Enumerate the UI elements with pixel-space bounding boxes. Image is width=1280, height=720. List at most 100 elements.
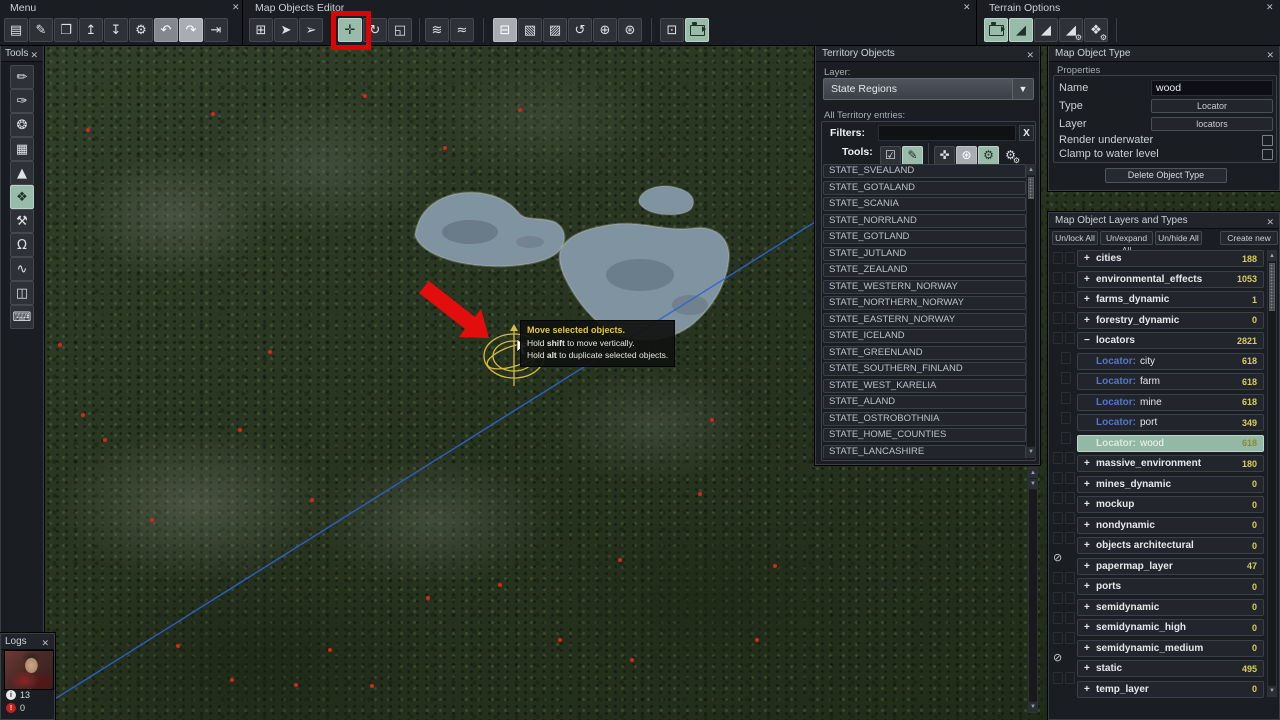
eye-icon[interactable]	[1065, 451, 1075, 464]
territory-list-item[interactable]: STATE_WESTERN_NORWAY	[823, 279, 1026, 294]
lock-eye-toggles[interactable]	[1053, 430, 1077, 445]
scroll-down-icon[interactable]: ▼	[1027, 446, 1035, 457]
layer-row[interactable]: Locator: port 349	[1077, 414, 1264, 431]
layer-row[interactable]: + ports 0	[1077, 578, 1264, 595]
expand-toggle-icon[interactable]: +	[1084, 561, 1096, 572]
eye-icon[interactable]	[1065, 611, 1075, 624]
lock-icon[interactable]	[1053, 511, 1063, 524]
lock-eye-toggles[interactable]	[1053, 510, 1077, 525]
layer-row[interactable]: + environmental_effects 1053	[1077, 270, 1264, 288]
delete-object-type-button[interactable]: Delete Object Type	[1105, 168, 1227, 183]
layer-row[interactable]: + cities 188	[1077, 250, 1264, 267]
eye-icon[interactable]	[1065, 591, 1075, 604]
render-underwater-checkbox[interactable]	[1262, 135, 1273, 146]
paint-territory-icon[interactable]: ✎	[902, 145, 923, 165]
lock-eye-toggles[interactable]	[1053, 530, 1077, 545]
lock-icon[interactable]	[1053, 571, 1063, 584]
territory-list-item[interactable]: STATE_EASTERN_NORWAY	[823, 312, 1026, 327]
expand-toggle-icon[interactable]: +	[1084, 315, 1096, 326]
territory-list-item[interactable]: STATE_NORRLAND	[823, 213, 1026, 228]
scroll-down-icon[interactable]: ▼	[1268, 685, 1276, 696]
expand-toggle-icon[interactable]: +	[1084, 684, 1096, 695]
undo-icon[interactable]: ↶	[154, 18, 178, 42]
layer-value-button[interactable]: locators	[1151, 117, 1273, 131]
eye-icon[interactable]	[1065, 671, 1075, 684]
lock-icon[interactable]	[1053, 671, 1063, 684]
territory-list-item[interactable]: STATE_JUTLAND	[823, 246, 1026, 261]
scale-object-icon[interactable]: ◱	[388, 18, 412, 42]
expand-toggle-icon[interactable]: +	[1084, 499, 1096, 510]
fill-objects-icon[interactable]: ⊛	[956, 145, 977, 165]
lock-icon[interactable]	[1053, 311, 1063, 324]
layer-row[interactable]: + papermap_layer 47	[1077, 557, 1264, 575]
layers-list-scrollbar[interactable]: ▲ ▼	[1267, 250, 1277, 697]
object-placement-icon[interactable]: ❖	[10, 185, 34, 209]
territory-list-item[interactable]: STATE_ICELAND	[823, 329, 1026, 343]
expand-toggle-icon[interactable]: +	[1084, 479, 1096, 490]
object-brush-icon[interactable]: ⚒	[10, 209, 34, 233]
layer-row[interactable]: + forestry_dynamic 0	[1077, 311, 1264, 329]
eye-icon[interactable]	[1061, 411, 1071, 424]
camera-mode-icon[interactable]	[685, 18, 709, 42]
scroll-up-icon[interactable]: ▲	[1268, 251, 1276, 262]
eye-icon[interactable]	[1061, 431, 1071, 444]
spline-icon[interactable]: ∿	[10, 257, 34, 281]
expand-toggle-icon[interactable]: +	[1084, 540, 1096, 551]
layer-row[interactable]: + massive_environment 180	[1077, 455, 1264, 472]
unexpand-all-button[interactable]: Un/expand All	[1100, 231, 1153, 255]
layers-panel-close-icon[interactable]: ✕	[1266, 215, 1274, 230]
layer-dropdown[interactable]: State Regions ▼	[823, 78, 1034, 100]
layers-panel-scrollbar-left[interactable]: ▲ ▼ ▼	[1028, 467, 1038, 713]
select-object-icon[interactable]: ➤	[274, 18, 298, 42]
lock-eye-toggles[interactable]	[1053, 590, 1077, 605]
layer-row[interactable]: Locator: wood 618	[1077, 434, 1264, 452]
portrait-thumbnail[interactable]	[4, 650, 54, 690]
scroll-up-icon[interactable]: ▲	[1027, 165, 1035, 176]
territory-list-item[interactable]: STATE_NORTHERN_NORWAY	[823, 296, 1026, 310]
eye-icon[interactable]	[1065, 471, 1075, 484]
territory-list-item[interactable]: STATE_ALAND	[823, 395, 1026, 409]
lock-icon[interactable]	[1053, 491, 1063, 504]
move-object-icon[interactable]: ✛	[331, 11, 371, 50]
lock-icon[interactable]	[1053, 331, 1063, 344]
auto-gears-icon[interactable]: ⚙	[978, 145, 999, 165]
territory-list-scrollbar[interactable]: ▲ ▼	[1026, 164, 1036, 458]
logs-close-icon[interactable]: ✕	[41, 636, 49, 651]
territory-list-item[interactable]: STATE_GOTLAND	[823, 230, 1026, 244]
lock-eye-toggles[interactable]	[1053, 490, 1077, 505]
lock-eye-toggles[interactable]	[1053, 570, 1077, 585]
filters-input[interactable]	[878, 125, 1016, 141]
scroll-up-icon[interactable]: ▲	[1029, 468, 1037, 479]
import-icon[interactable]: ↥	[79, 18, 103, 42]
eye-icon[interactable]	[1065, 331, 1075, 344]
expand-toggle-icon[interactable]: +	[1084, 622, 1096, 633]
terrain-view-icon[interactable]: ◢	[1009, 18, 1033, 42]
vegetation-water-icon[interactable]: ≋	[425, 18, 449, 42]
lock-eye-toggles[interactable]	[1053, 610, 1077, 625]
export-icon[interactable]: ↧	[104, 18, 128, 42]
exit-icon[interactable]: ⇥	[204, 18, 228, 42]
eye-icon[interactable]	[1065, 311, 1075, 324]
select-check-icon[interactable]: ☑	[880, 145, 901, 165]
object-water-icon[interactable]: ≈	[450, 18, 474, 42]
territory-list-item[interactable]: STATE_SOUTHERN_FINLAND	[823, 362, 1026, 376]
rotate-object-icon[interactable]: ↻	[363, 18, 387, 42]
visibility-off-icon[interactable]: ⊘	[1053, 650, 1077, 665]
territory-list-item[interactable]: STATE_GREENLAND	[823, 345, 1026, 360]
scrollbar-thumb[interactable]	[1269, 263, 1275, 311]
terrain-height-icon[interactable]: ▲	[10, 161, 34, 185]
randomize-rotation-icon[interactable]: ↺	[568, 18, 592, 42]
lock-eye-toggles[interactable]	[1053, 330, 1077, 345]
box-select-object-icon[interactable]: ➢	[299, 18, 323, 42]
unlock-all-button[interactable]: Un/lock All	[1052, 231, 1098, 245]
layer-row[interactable]: + objects architectural 0	[1077, 537, 1264, 554]
unhide-all-button[interactable]: Un/hide All	[1155, 231, 1202, 245]
lock-icon[interactable]	[1053, 531, 1063, 544]
lock-icon[interactable]	[1053, 471, 1063, 484]
map-objects-editor-close-icon[interactable]: ✕	[963, 2, 971, 13]
eye-icon[interactable]	[1061, 351, 1071, 364]
type-value-button[interactable]: Locator	[1151, 99, 1273, 113]
layer-row[interactable]: + static 495	[1077, 660, 1264, 677]
expand-toggle-icon[interactable]: +	[1084, 458, 1096, 469]
paste-object-icon[interactable]: ▧	[518, 18, 542, 42]
